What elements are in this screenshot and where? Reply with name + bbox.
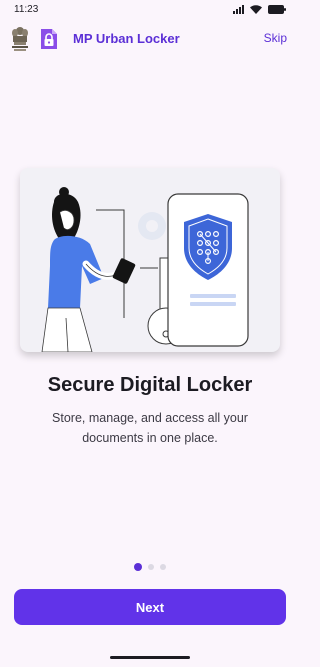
page-dot-1-active[interactable] [134,563,142,571]
illustration-card [20,168,280,352]
home-indicator[interactable] [110,656,190,659]
onboarding-description: Store, manage, and access all your docum… [52,411,248,445]
app-title: MP Urban Locker [73,31,180,46]
state-emblem-icon [12,27,28,51]
page-dot-3[interactable] [160,564,166,570]
battery-icon [268,4,286,14]
app-header: MP Urban Locker Skip [0,24,300,54]
onboarding-title: Secure Digital Locker [47,374,253,396]
status-time: 11:23 [14,3,39,15]
next-button[interactable]: Next [14,589,286,625]
secure-locker-illustration [41,187,249,352]
page-indicator [0,563,300,571]
status-bar: 11:23 [0,0,300,18]
signal-icon [233,4,244,14]
lock-badge-icon [41,29,57,49]
wifi-icon [250,4,262,14]
page-dot-2[interactable] [148,564,154,570]
skip-button[interactable]: Skip [264,31,287,45]
status-icons [233,4,286,14]
